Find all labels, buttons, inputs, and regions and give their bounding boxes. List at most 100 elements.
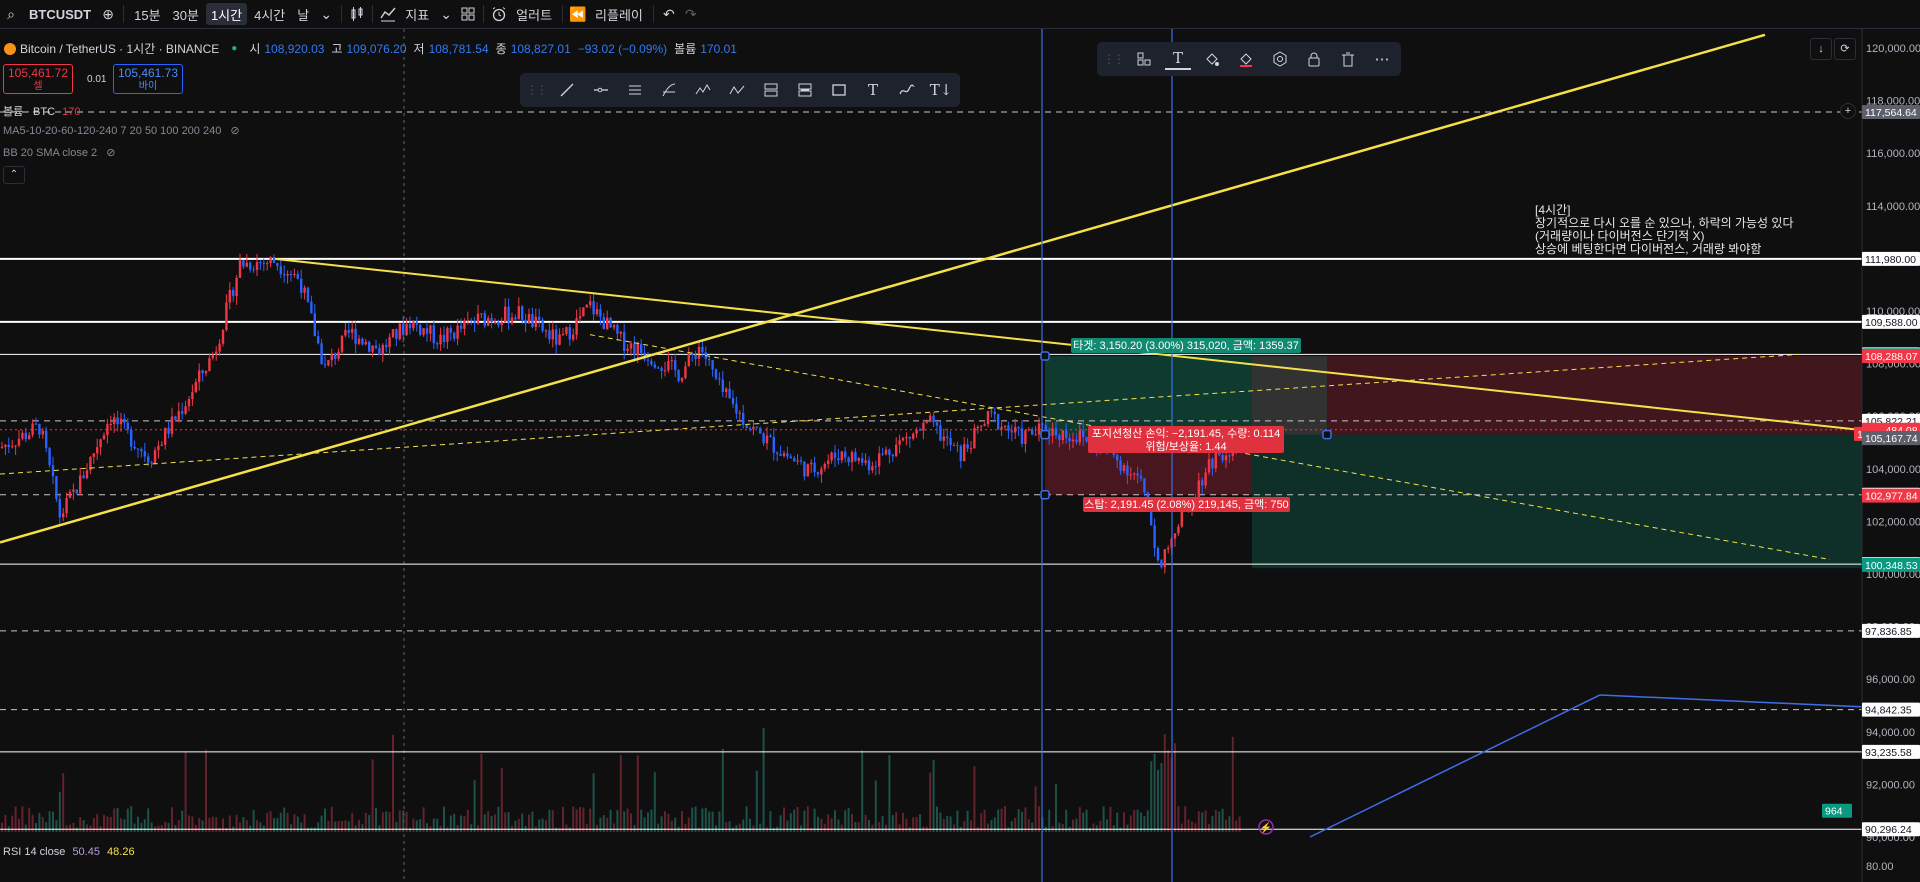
- volume-bar-161: [548, 809, 551, 832]
- volume-bar-130: [443, 806, 445, 832]
- eye-dot-icon[interactable]: ●: [231, 43, 237, 54]
- alerts-button[interactable]: 얼러트: [511, 3, 557, 25]
- trash-icon[interactable]: [1335, 46, 1361, 72]
- indicators-button[interactable]: 지표: [400, 3, 434, 25]
- candle-body-276: [939, 425, 942, 441]
- volume-bar-139: [473, 780, 476, 832]
- candle-body-178: [606, 317, 609, 330]
- lock-icon[interactable]: [1301, 46, 1327, 72]
- symbol-name[interactable]: BTCUSDT: [23, 3, 96, 25]
- interval-30m[interactable]: 30분: [168, 3, 204, 25]
- rectangle-tool-icon[interactable]: [826, 77, 852, 103]
- line-color-icon[interactable]: [1233, 46, 1259, 72]
- candle-body-4: [14, 445, 17, 447]
- candle-body-74: [252, 269, 255, 271]
- chart-annotation[interactable]: [4시간] 장기적으로 다시 오를 순 있으나, 하락의 가능성 있다 (거래량…: [1535, 204, 1794, 256]
- volume-bar-158: [538, 819, 541, 832]
- interval-day[interactable]: 날: [292, 3, 314, 25]
- short-position-tool-icon[interactable]: [792, 77, 818, 103]
- candle-body-18: [62, 513, 65, 518]
- elliott-wave-tool-icon[interactable]: [690, 77, 716, 103]
- candle-body-35: [119, 418, 123, 425]
- volume-bar-280: [953, 824, 955, 832]
- replay-button[interactable]: 리플레이: [590, 3, 648, 25]
- candle-body-254: [864, 460, 867, 463]
- candle-style-icon[interactable]: [346, 3, 368, 25]
- interval-4h[interactable]: 4시간: [249, 3, 290, 25]
- volume-bar-65: [222, 818, 224, 832]
- candle-body-134: [456, 325, 459, 339]
- drag-handle-icon[interactable]: ⋮⋮: [526, 83, 548, 97]
- volume-bar-175: [596, 824, 598, 832]
- abc-pattern-tool-icon[interactable]: [724, 77, 750, 103]
- volume-bar-8: [28, 807, 31, 832]
- long-position-tool-icon[interactable]: [758, 77, 784, 103]
- add-price-line-icon[interactable]: +: [1840, 103, 1856, 119]
- volume-bar-27: [92, 818, 95, 832]
- text-format-icon[interactable]: T: [1165, 48, 1191, 70]
- candle-body-50: [170, 416, 174, 434]
- price-chart[interactable]: 타겟: 3,150.20 (3.00%) 315,020, 금액: 1359.3…: [0, 29, 1920, 882]
- volume-bar-75: [256, 820, 258, 832]
- text-tool-icon[interactable]: T: [860, 77, 886, 103]
- interval-15m[interactable]: 15분: [129, 3, 165, 25]
- volume-bar-146: [497, 806, 500, 832]
- candle-body-311: [1058, 435, 1061, 441]
- template-icon[interactable]: [1131, 46, 1157, 72]
- fill-color-icon[interactable]: [1199, 46, 1225, 72]
- rewind-icon[interactable]: ⏪: [567, 3, 589, 25]
- volume-bar-359: [1221, 808, 1224, 832]
- candle-body-37: [126, 422, 129, 430]
- redo-icon[interactable]: ↷: [680, 3, 702, 25]
- brush-tool-icon[interactable]: [894, 77, 920, 103]
- more-options-icon[interactable]: ⋯: [1369, 46, 1395, 72]
- volume-bar-233: [793, 809, 796, 832]
- volume-bar-210: [715, 825, 717, 832]
- volume-bar-256: [871, 824, 874, 832]
- volume-bar-172: [585, 824, 588, 832]
- candle-body-110: [374, 345, 378, 348]
- volume-bar-218: [742, 819, 745, 832]
- collapse-legend-button[interactable]: ⌃: [3, 166, 25, 184]
- chart-area[interactable]: 타겟: 3,150.20 (3.00%) 315,020, 금액: 1359.3…: [0, 29, 1920, 882]
- eye-off-icon[interactable]: ⊘: [106, 147, 115, 159]
- add-symbol-icon[interactable]: ⊕: [97, 3, 119, 25]
- download-icon[interactable]: ↓: [1810, 38, 1832, 60]
- settings-gear-icon[interactable]: [1267, 46, 1293, 72]
- indicators-icon[interactable]: [377, 3, 399, 25]
- candle-body-48: [164, 427, 167, 445]
- volume-bar-61: [208, 817, 211, 832]
- chevron-down-icon[interactable]: ⌄: [435, 3, 457, 25]
- refresh-icon[interactable]: ⟳: [1834, 38, 1856, 60]
- interval-1h[interactable]: 1시간: [205, 3, 248, 25]
- symbol-search-icon[interactable]: ⌕: [0, 3, 22, 25]
- text-note-tool-icon[interactable]: T↓: [928, 77, 954, 103]
- candle-body-181: [616, 324, 619, 334]
- trend-line-tool-icon[interactable]: [554, 77, 580, 103]
- candle-body-64: [218, 343, 221, 352]
- chevron-down-icon[interactable]: ⌄: [315, 3, 337, 25]
- ma-indicator[interactable]: MA5-10-20-60-120-240 7 20 50 100 200 240…: [3, 124, 240, 137]
- candle-body-358: [1218, 452, 1221, 455]
- drag-handle-icon[interactable]: ⋮⋮: [1103, 52, 1125, 66]
- candle-body-299: [1017, 427, 1020, 429]
- volume-bar-334: [1136, 809, 1139, 832]
- volume-bar-222: [755, 770, 758, 832]
- layout-grid-icon[interactable]: [457, 3, 479, 25]
- fib-tool-icon[interactable]: [656, 77, 682, 103]
- stop-label-text-0: 스탑: 2,191.45 (2.08%) 219,145, 금액: 750: [1084, 498, 1288, 511]
- sell-button[interactable]: 105,461.72 셀: [3, 64, 73, 94]
- volume-indicator[interactable]: 볼륨 · BTC 170: [3, 103, 80, 119]
- undo-icon[interactable]: ↶: [658, 3, 680, 25]
- parallel-channel-tool-icon[interactable]: [622, 77, 648, 103]
- rsi-legend[interactable]: RSI 14 close 50.45 48.26: [3, 846, 135, 858]
- bb-indicator[interactable]: BB 20 SMA close 2 ⊘: [3, 146, 115, 159]
- alarm-clock-icon[interactable]: [488, 3, 510, 25]
- eye-off-icon[interactable]: ⊘: [230, 125, 239, 137]
- volume-bar-331: [1126, 824, 1129, 832]
- candle-body-43: [147, 456, 150, 463]
- candle-body-225: [765, 435, 769, 444]
- buy-button[interactable]: 105,461.73 바이: [113, 64, 183, 94]
- horizontal-ray-tool-icon[interactable]: [588, 77, 614, 103]
- candle-body-288: [980, 425, 983, 427]
